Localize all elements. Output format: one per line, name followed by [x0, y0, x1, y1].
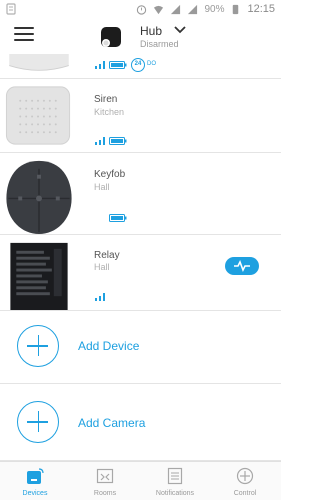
battery-level-icon [109, 214, 127, 222]
signal-icon [171, 4, 181, 14]
keyfob-image [6, 160, 72, 234]
tab-label: Notifications [155, 490, 195, 497]
menu-button[interactable] [14, 27, 34, 43]
alarm-icon [137, 4, 147, 15]
devices-icon [27, 468, 44, 484]
device-room: Hall [94, 262, 110, 272]
signal-strength-icon [95, 293, 105, 301]
add-camera-label: Add Camera [78, 416, 146, 430]
tab-label: Control [233, 490, 257, 497]
battery-level-icon [109, 137, 127, 145]
temperature-badge: 24 [131, 58, 145, 72]
temperature-unit: DO [147, 61, 156, 67]
device-name: Siren [94, 94, 118, 105]
add-device-label: Add Device [78, 339, 140, 353]
battery-level-icon [109, 61, 127, 69]
device-row[interactable]: 24 DO [0, 54, 281, 79]
status-bar: 90% 12:15 [0, 0, 281, 18]
tab-devices[interactable]: Devices [0, 462, 70, 500]
add-icon [17, 325, 59, 367]
relay-pulse-button[interactable] [225, 257, 259, 275]
relay-image [10, 242, 68, 310]
device-row-keyfob[interactable]: Keyfob Hall [0, 153, 281, 235]
pulse-icon [234, 260, 250, 272]
hub-status: Disarmed [140, 39, 179, 49]
menu-icon [14, 27, 34, 29]
add-camera-button[interactable]: Add Camera [0, 384, 281, 461]
device-name: Relay [94, 250, 120, 261]
device-room: Kitchen [94, 107, 125, 117]
tab-rooms[interactable]: Rooms [70, 462, 140, 500]
menu-icon-line [14, 33, 34, 35]
device-name: Keyfob [94, 169, 126, 180]
notifications-icon [167, 467, 183, 485]
notification-icon [6, 3, 16, 15]
device-row-relay[interactable]: Relay Hall [0, 235, 281, 311]
hub-device-icon [101, 27, 121, 47]
signal-strength-icon [95, 137, 105, 145]
signal-icon-2 [188, 4, 198, 14]
hub-name: Hub [140, 24, 163, 38]
wifi-icon [154, 5, 164, 14]
siren-image [5, 86, 71, 145]
app-header: Hub Disarmed [0, 18, 281, 54]
device-row-siren[interactable]: Siren Kitchen [0, 79, 281, 153]
rooms-icon [96, 468, 114, 484]
tab-label: Devices [22, 490, 48, 497]
clock: 12:15 [247, 3, 275, 15]
device-room: Hall [94, 182, 110, 192]
add-icon [17, 401, 59, 443]
battery-percent: 90% [204, 3, 225, 15]
battery-icon [233, 4, 239, 14]
tab-notifications[interactable]: Notifications [140, 462, 210, 500]
tab-control[interactable]: Control [210, 462, 280, 500]
chevron-down-icon [174, 26, 186, 34]
signal-strength-icon [95, 61, 105, 69]
bottom-navigation: Devices Rooms Notifications Control [0, 461, 281, 500]
control-icon [236, 467, 254, 485]
add-device-button[interactable]: Add Device [0, 311, 281, 384]
hub-selector[interactable]: Hub Disarmed [98, 22, 208, 52]
tab-label: Rooms [93, 490, 117, 497]
menu-icon-line [14, 39, 34, 41]
device-image [9, 54, 69, 71]
